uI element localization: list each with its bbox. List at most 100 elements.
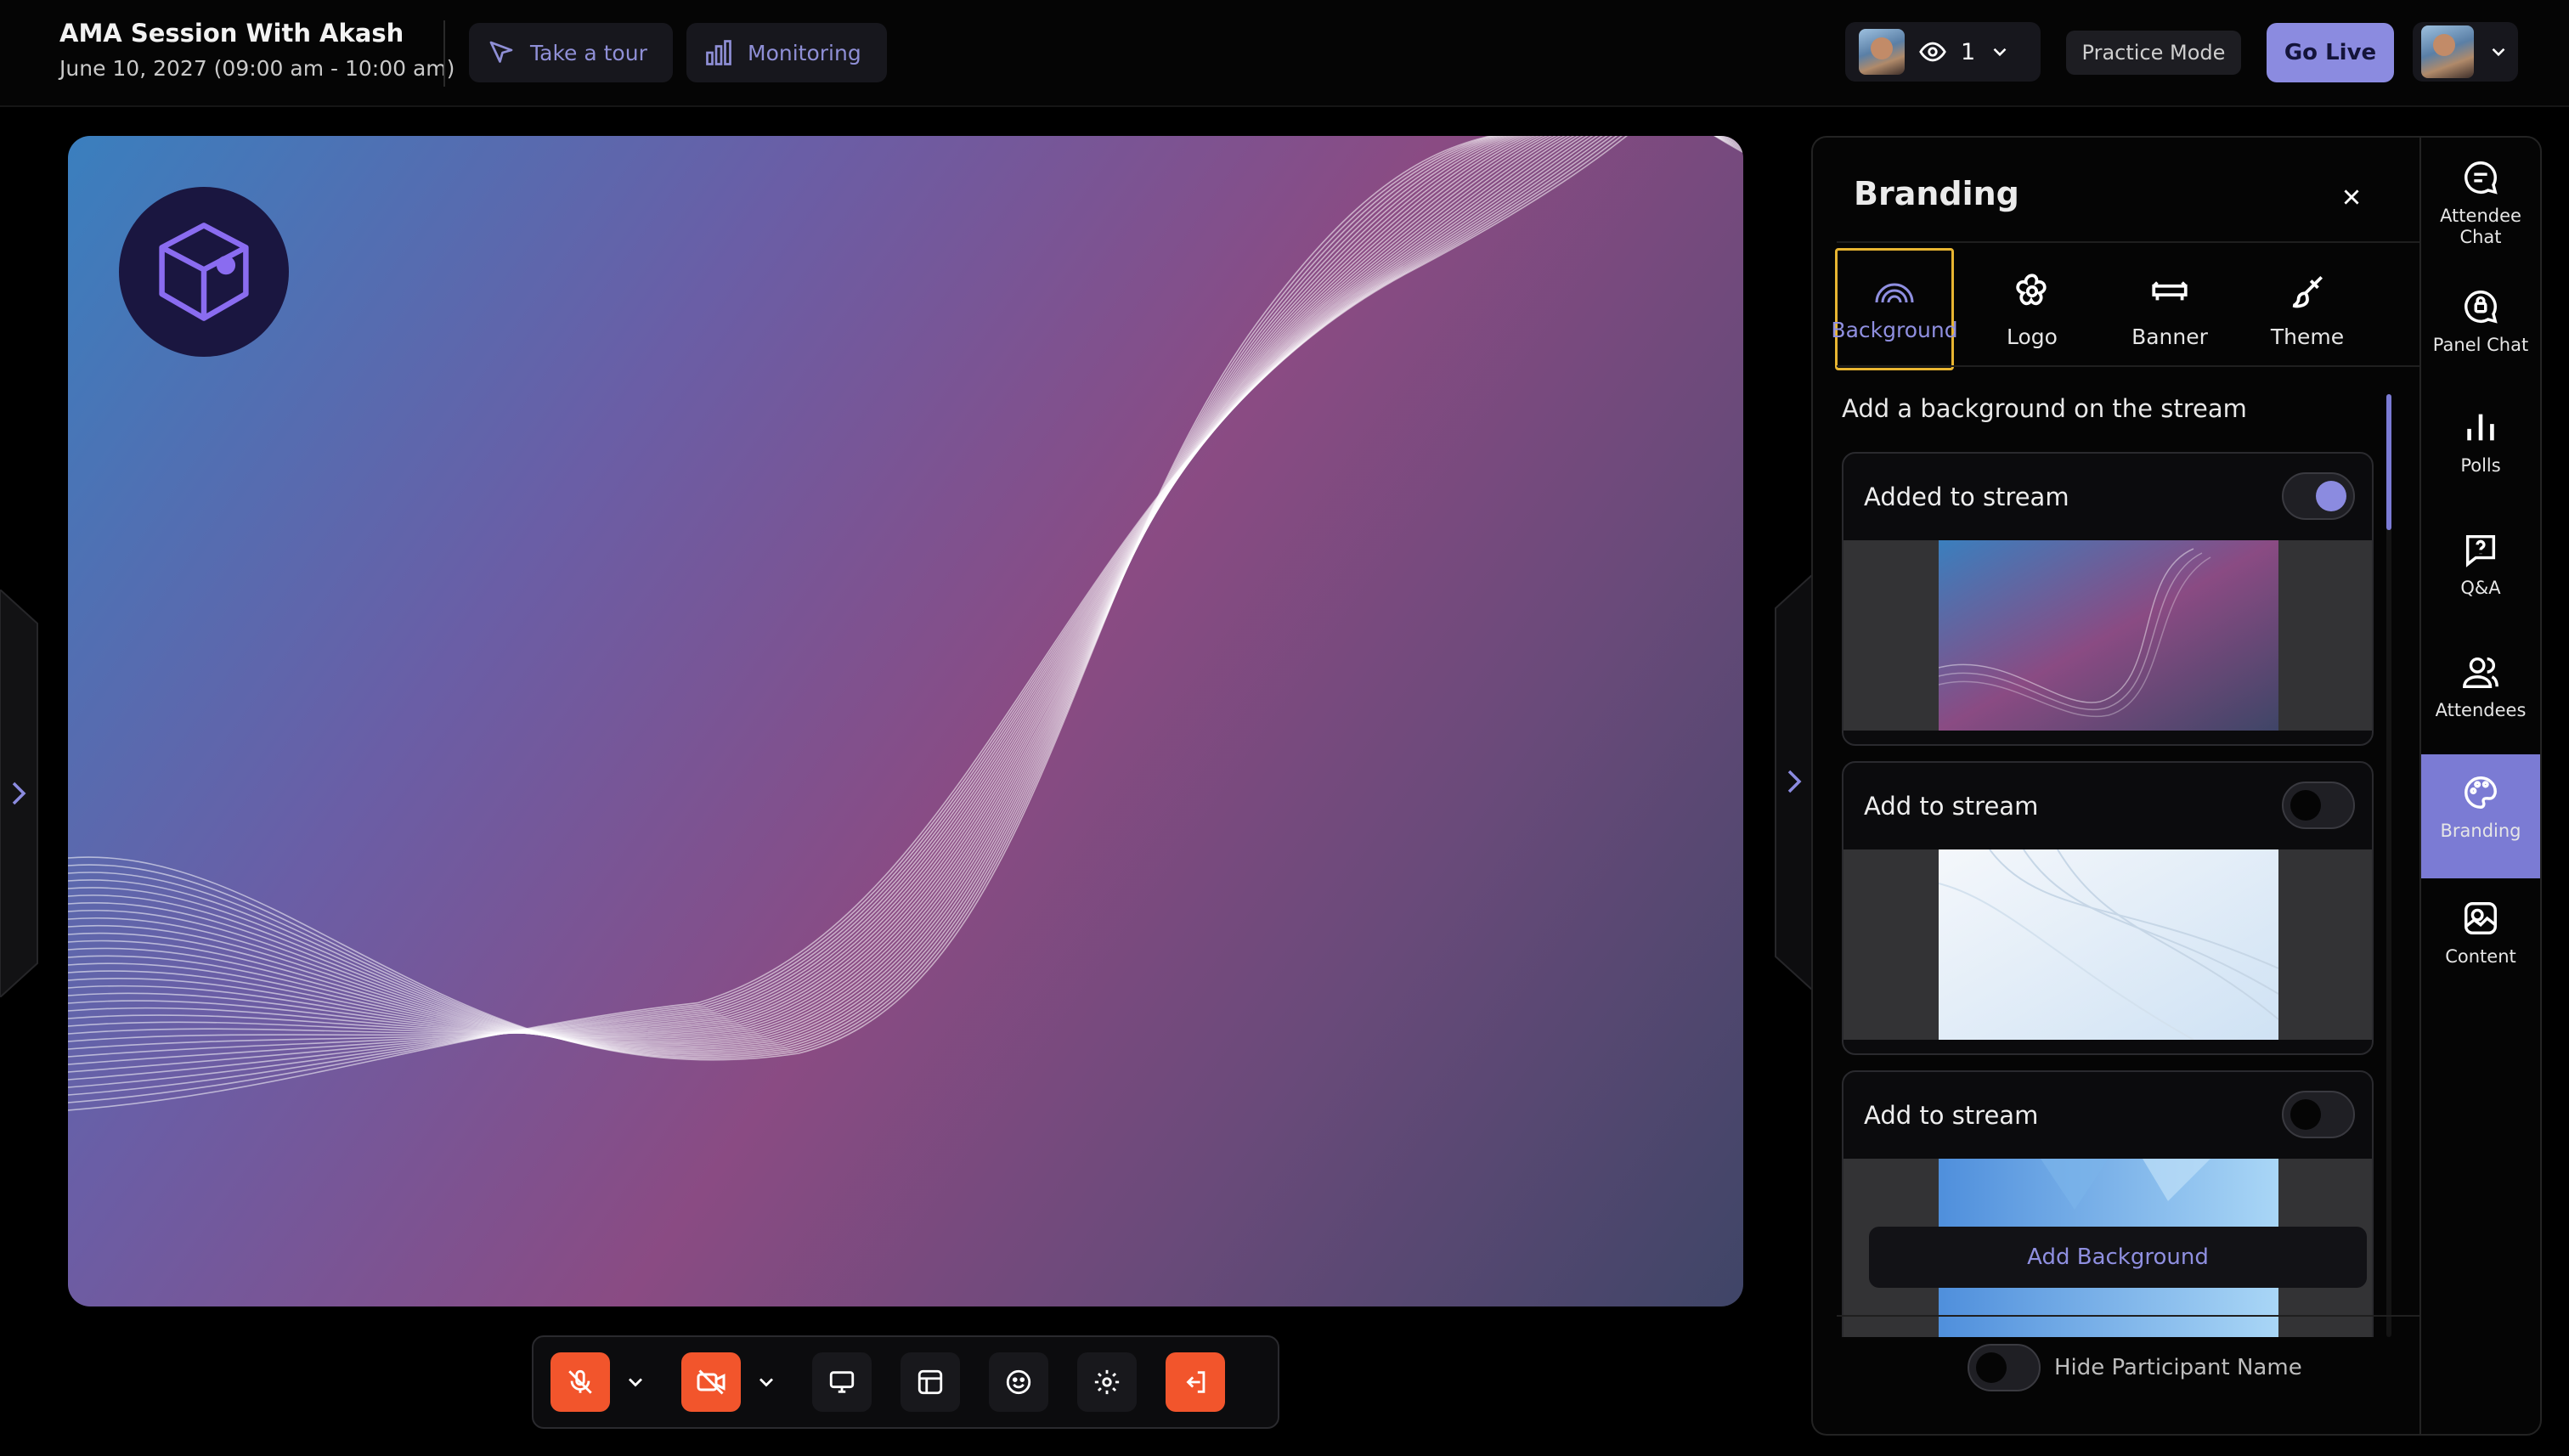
rail-item-attendee-chat[interactable]: Attendee Chat [2421,153,2540,263]
wave-line [68,136,1533,1044]
reactions-button[interactable] [989,1352,1048,1412]
session-info: AMA Session With Akash June 10, 2027 (09… [59,19,455,81]
background-thumbnail [1939,540,2278,731]
background-thumbnail [1939,849,2278,1040]
wave-line [68,136,1553,1037]
divider [443,20,445,87]
rail-item-attendees[interactable]: Attendees [2421,647,2540,749]
lock-chat-icon [2461,287,2500,326]
stream-stage [68,136,1743,1306]
viewer-menu[interactable]: 1 [1845,22,2041,82]
wave-lines [68,136,1743,1111]
eye-icon [1918,37,1947,66]
right-rail: Attendee Chat Panel Chat Polls Q&A Atten… [2419,136,2542,1436]
wave-line [68,136,1743,1088]
wave-line [68,136,1743,1103]
tab-theme[interactable]: Theme [2248,248,2367,370]
branding-panel: Branding Background Logo Banner Theme Ad… [1811,136,2419,1436]
rail-label: Branding [2440,821,2521,841]
gear-icon [1093,1368,1121,1397]
palette-icon [2461,773,2500,812]
leave-button[interactable] [1166,1352,1225,1412]
rail-item-panel-chat[interactable]: Panel Chat [2421,282,2540,384]
wave-line [68,136,1743,1058]
panel-description: Add a background on the stream [1842,394,2247,423]
background-card[interactable]: Added to stream [1842,452,2374,746]
wave-line [68,136,1536,1042]
media-controls [532,1335,1279,1429]
screen-share-button[interactable] [812,1352,872,1412]
rail-label: Q&A [2460,578,2501,598]
divider [1837,241,2419,243]
flower-icon [2011,270,2053,313]
content-icon [2461,899,2500,938]
viewer-count: 1 [1961,38,1976,65]
take-tour-label: Take a tour [530,40,647,65]
rainbow-icon [1873,277,1916,306]
background-card[interactable]: Add to stream [1842,761,2374,1055]
cursor-icon [486,37,517,68]
mic-off-icon [566,1368,595,1397]
practice-mode-badge[interactable]: Practice Mode [2066,31,2241,75]
rail-item-content[interactable]: Content [2421,894,2540,996]
tab-logo[interactable]: Logo [1973,248,2092,370]
wave-line [68,136,1743,1042]
user-menu[interactable] [2413,22,2518,82]
wave-line [68,136,1517,1049]
camera-options-button[interactable] [741,1352,792,1412]
divider [1837,365,2419,367]
close-button[interactable] [2335,180,2369,214]
panel-collapse-toggle[interactable] [1772,574,1815,990]
wave-line [68,136,1549,1039]
left-panel-toggle[interactable] [0,590,39,997]
monitoring-label: Monitoring [748,40,861,65]
rail-label: Polls [2460,455,2501,476]
tab-label: Theme [2270,324,2345,349]
go-live-button[interactable]: Go Live [2267,23,2394,82]
monitoring-button[interactable]: Monitoring [686,23,887,82]
hide-participant-label: Hide Participant Name [2054,1355,2302,1380]
card-label: Added to stream [1864,483,2069,511]
hide-participant-toggle[interactable] [1968,1344,2041,1391]
avatar [1859,29,1905,75]
toggle-knob [2290,790,2321,821]
rail-label: Attendees [2435,700,2527,720]
settings-button[interactable] [1077,1352,1137,1412]
background-card[interactable]: Add to stream [1842,1070,2374,1337]
mic-options-button[interactable] [610,1352,661,1412]
camera-off-button[interactable] [681,1352,741,1412]
toggle-knob [2290,1099,2321,1130]
tab-background[interactable]: Background [1831,248,1958,370]
stream-toggle[interactable] [2282,782,2355,829]
background-list: Added to stream Add to stream Add to str… [1813,452,2391,1337]
rail-item-qa[interactable]: Q&A [2421,525,2540,627]
chevron-down-icon [754,1370,778,1394]
wave-line [68,136,1521,1047]
people-icon [2461,652,2500,691]
mic-off-button[interactable] [550,1352,610,1412]
brush-icon [2286,270,2329,313]
close-icon [2340,186,2363,208]
tab-label: Background [1831,317,1958,342]
take-tour-button[interactable]: Take a tour [469,23,673,82]
thumbnail-frame [1843,849,2372,1040]
divider [1837,1315,2419,1317]
stream-toggle[interactable] [2282,472,2355,520]
chevron-down-icon [624,1370,647,1394]
tab-label: Banner [2131,324,2208,349]
bar-chart-icon [2461,408,2500,447]
rail-item-branding[interactable]: Branding [2421,754,2540,878]
chat-icon [2461,158,2500,197]
tab-banner[interactable]: Banner [2110,248,2229,370]
avatar [2421,25,2474,78]
add-background-button[interactable]: Add Background [1869,1227,2367,1288]
layout-button[interactable] [901,1352,960,1412]
rail-item-polls[interactable]: Polls [2421,403,2540,505]
panel-title: Branding [1854,175,2019,212]
chevron-down-icon [1989,41,2011,63]
smile-icon [1004,1368,1033,1397]
layout-icon [916,1368,945,1397]
stream-logo [119,187,289,357]
stream-toggle[interactable] [2282,1091,2355,1138]
wave-line [68,136,1507,1053]
